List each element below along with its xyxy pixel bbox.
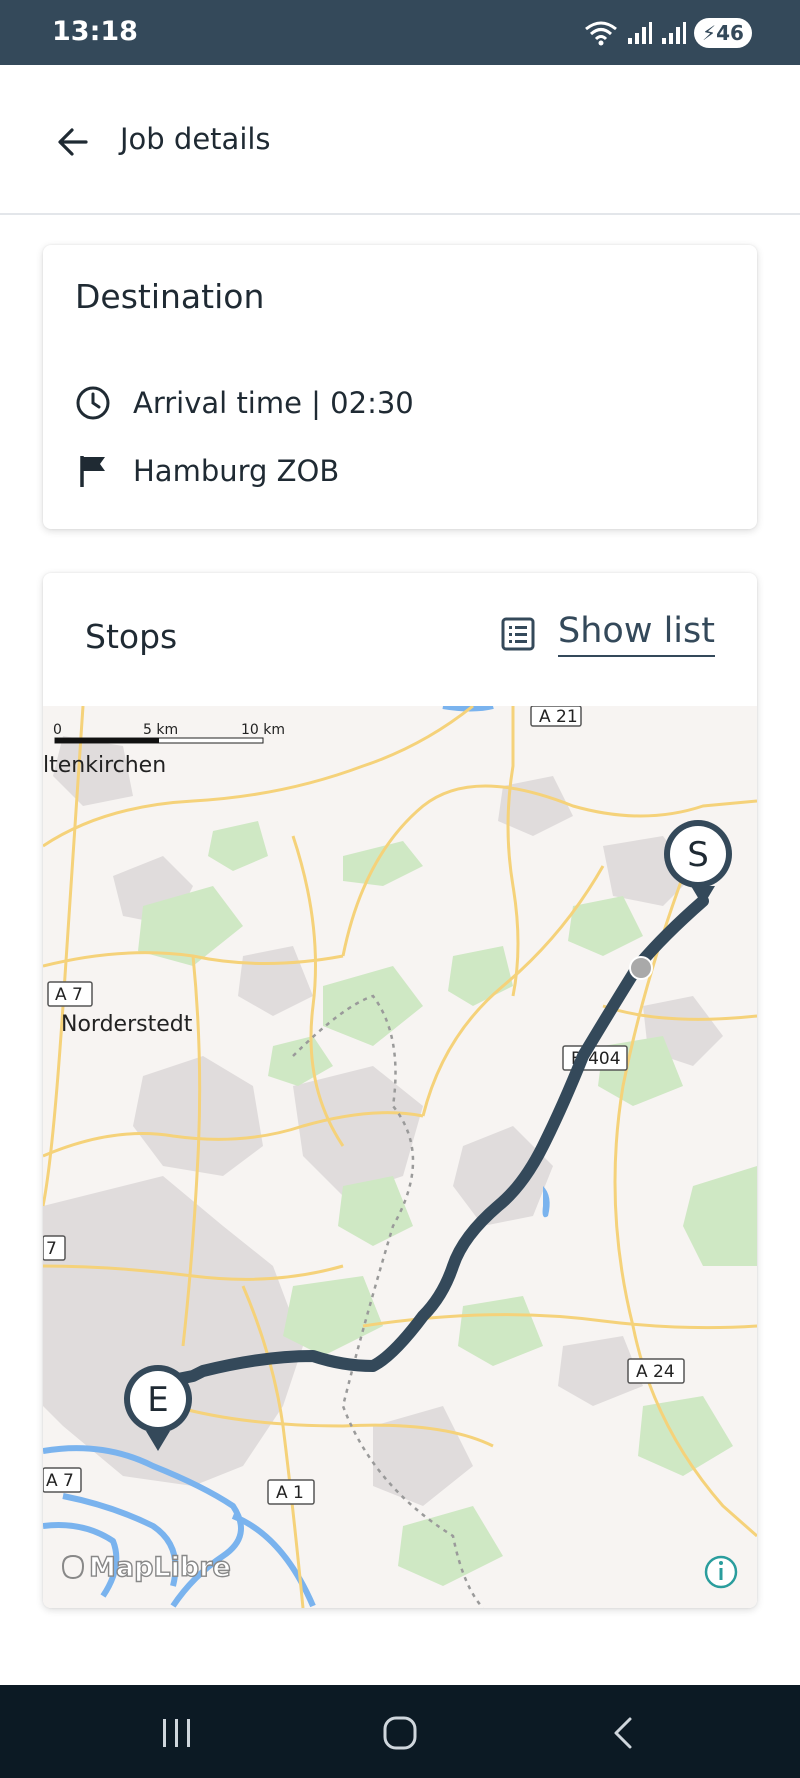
shield-a7-south: A 7 [46,1471,74,1491]
clock-icon [75,385,111,421]
status-time: 13:18 [52,16,138,47]
battery-indicator: ⚡ 46 [694,18,752,48]
back-button[interactable] [52,121,94,163]
shield-a24: A 24 [636,1362,675,1382]
shield-a21: A 21 [539,707,578,727]
end-marker-label: E [147,1380,168,1420]
flag-icon [75,453,111,489]
start-marker-label: S [687,835,709,875]
home-icon [383,1716,417,1750]
system-nav-bar [0,1685,800,1778]
shield-a1: A 1 [276,1483,304,1503]
destination-title: Destination [75,277,265,316]
location-row: Hamburg ZOB [75,453,339,489]
wifi-icon [585,21,617,46]
destination-card: Destination Arrival time | 02:30 Hamburg… [43,245,757,529]
arrival-row: Arrival time | 02:30 [75,385,414,421]
show-list-label: Show list [558,611,715,657]
destination-location: Hamburg ZOB [133,454,340,488]
place-label-altenkirchen: ltenkirchen [43,753,166,778]
status-icons: ⚡ 46 [584,16,752,50]
scale-label-mid: 5 km [143,722,178,738]
maplibre-logo: MapLibre [61,1551,232,1584]
waypoint-dot [629,956,653,980]
page-title: Job details [120,122,271,156]
list-icon [501,617,535,651]
info-button[interactable] [704,1555,738,1589]
charging-icon: ⚡ [702,21,717,45]
route-map[interactable]: 0 5 km 10 km ltenkirchen Norderstedt A 2… [43,706,757,1608]
signal-icon-2 [662,22,686,44]
maplibre-label: MapLibre [89,1552,231,1583]
scale-label-end: 10 km [241,722,285,738]
place-label-norderstedt: Norderstedt [61,1012,193,1037]
scale-label-zero: 0 [53,722,62,738]
map-canvas: 0 5 km 10 km ltenkirchen Norderstedt A 2… [43,706,757,1608]
back-nav-button[interactable] [602,1711,646,1755]
arrival-time: Arrival time | 02:30 [133,386,414,420]
home-button[interactable] [378,1711,422,1755]
status-bar: 13:18 ⚡ 46 [0,0,800,65]
lake [542,1186,550,1218]
scale-bar: 0 5 km 10 km [53,722,285,744]
stops-title: Stops [85,617,178,656]
shield-7: 7 [46,1239,57,1259]
app-bar: Job details [0,65,800,215]
recents-button[interactable] [155,1711,199,1755]
show-list-button[interactable]: Show list [500,611,715,657]
battery-level: 46 [716,21,744,45]
shield-a7: A 7 [55,985,83,1005]
stops-card: Stops Show list 0 5 km 10 km ltenkirchen… [43,573,757,1608]
recents-icon [163,1719,190,1747]
arrow-left-icon [58,128,88,156]
signal-icon [628,22,652,44]
chevron-left-icon [614,1717,632,1749]
